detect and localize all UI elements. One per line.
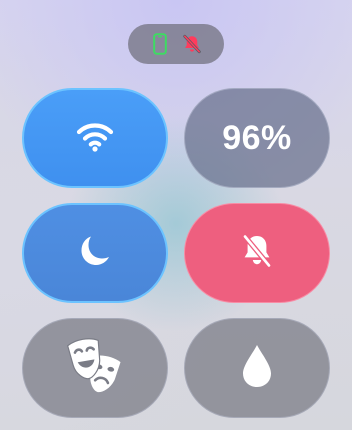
battery-percentage: 96% xyxy=(222,118,292,157)
wifi-icon xyxy=(75,120,115,156)
phone-connected-icon xyxy=(150,32,170,56)
water-lock-button[interactable] xyxy=(184,318,330,418)
battery-button[interactable]: 96% xyxy=(184,88,330,188)
status-pill xyxy=(128,24,224,64)
bell-slash-icon xyxy=(182,32,202,56)
focus-mode-button[interactable] xyxy=(22,203,168,303)
theater-masks-icon xyxy=(60,338,130,398)
moon-icon xyxy=(77,233,113,273)
wifi-toggle-button[interactable] xyxy=(22,88,168,188)
silent-mode-button[interactable] xyxy=(184,203,330,303)
theater-mode-button[interactable] xyxy=(22,318,168,418)
bell-slash-icon xyxy=(237,231,277,275)
water-drop-icon xyxy=(240,343,274,393)
